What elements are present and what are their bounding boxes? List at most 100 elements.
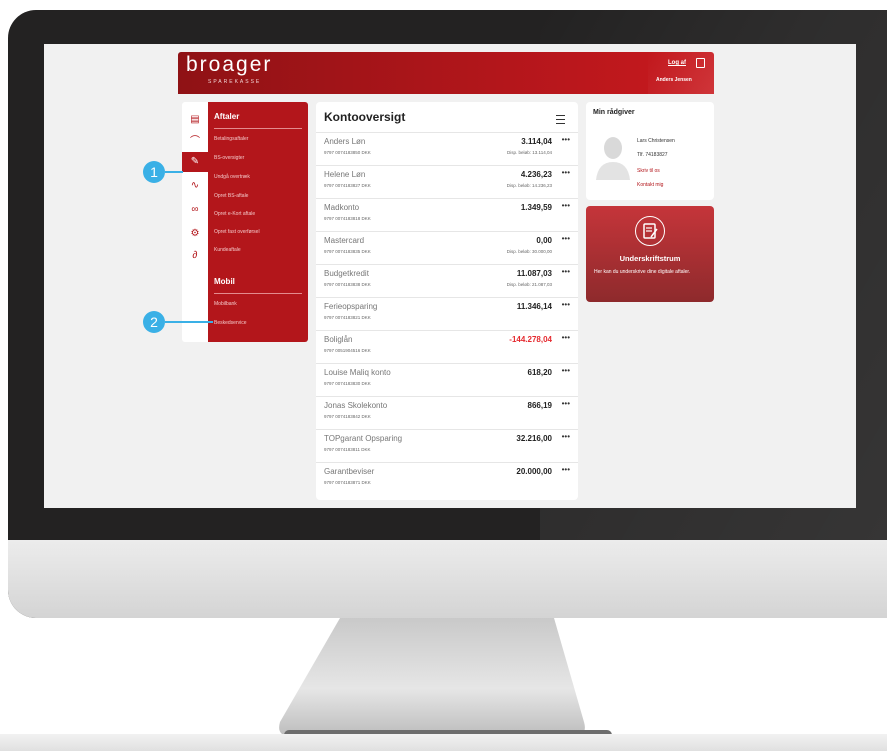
menu-item[interactable]: BS-oversigter [214,155,244,161]
menu-title-mobil: Mobil [214,277,235,286]
more-icon[interactable]: ••• [562,300,570,309]
account-amount: 618,20 [527,368,552,377]
accounts-panel: Kontooversigt Anders Løn 9797 0074183850 … [316,102,578,500]
curve-icon[interactable]: ⌒ [182,132,208,152]
account-available: Disp. beløb: 21.087,03 [506,282,552,287]
signing-title: Underskriftstrum [619,254,681,263]
account-amount: 20.000,00 [516,467,552,476]
account-number: 9797 0051904516 DKK [324,348,371,353]
menu-item[interactable]: Undgå overtræk [214,174,250,180]
menu-title-aftaler: Aftaler [214,112,240,121]
hamburger-icon[interactable] [556,115,565,124]
link-icon[interactable]: ∞ [182,200,208,220]
account-amount: 1.349,59 [520,203,552,212]
advisor-card: Min rådgiver Lars Christensen Tlf. 74183… [586,102,714,200]
signing-description: Her kan du underskrive dine digitale aft… [594,269,691,275]
gear-icon[interactable]: ⚙ [182,224,208,244]
more-icon[interactable]: ••• [562,333,570,342]
account-name: Boliglån [324,335,353,344]
accounts-title: Kontooversigt [324,110,406,124]
attachment-icon[interactable]: ∂ [182,246,208,266]
account-name: Louise Maliq konto [324,368,391,377]
account-amount: 4.236,23 [520,170,552,179]
account-name: Budgetkredit [324,269,369,278]
menu-item[interactable]: Mobilbank [214,301,237,307]
account-row[interactable]: Madkonto 9797 0074183818 DKK 1.349,59 ••• [316,198,578,232]
callout-line-1 [165,171,183,173]
account-row[interactable]: Boliglån 9797 0051904516 DKK -144.278,04 ••… [316,330,578,364]
more-icon[interactable]: ••• [562,168,570,177]
app-header: broager SPAREKASSE Log af Anders Jensen [178,52,714,94]
menu-item[interactable]: Opret fast overførsel [214,229,260,235]
account-row[interactable]: Garantbeviser 9797 0074183871 DKK 20.000,0… [316,462,578,496]
desk-surface [0,734,887,751]
account-amount: 11.087,03 [516,269,552,278]
account-amount: 866,19 [527,401,552,410]
agreements-menu: Aftaler Betalingsaftaler BS-oversigter U… [208,102,308,342]
brand-logo[interactable]: broager [186,53,272,77]
callout-line-2 [165,321,213,323]
brand-subtitle: SPAREKASSE [208,79,262,85]
account-row[interactable]: Budgetkredit 9797 0074183838 DKK 11.087,03… [316,264,578,298]
signing-card[interactable]: Underskriftstrum Her kan du underskrive … [586,206,714,302]
screen: broager SPAREKASSE Log af Anders Jensen … [44,44,856,508]
more-icon[interactable]: ••• [562,135,570,144]
menu-divider [214,128,302,129]
more-icon[interactable]: ••• [562,366,570,375]
account-row[interactable]: Anders Løn 9797 0074183850 DKK 3.114,04 Dis… [316,132,578,166]
account-number: 9797 0074183830 DKK [324,381,371,386]
account-amount: 11.346,14 [516,302,552,311]
logout-link[interactable]: Log af [668,60,686,66]
accounts-icon[interactable]: ▤ [182,110,208,130]
write-to-us-link[interactable]: Skriv til os [637,168,660,174]
account-row[interactable]: Mastercard 9797 0074183835 DKK 0,00 Disp. b… [316,231,578,265]
menu-item[interactable]: Opret e-Kort aftale [214,211,255,217]
account-name: Ferieopsparing [324,302,378,311]
more-icon[interactable]: ••• [562,201,570,210]
menu-item[interactable]: Opret BS-aftale [214,193,248,199]
document-sign-icon [635,216,665,246]
account-number: 9797 0074183827 DKK [324,183,371,188]
account-amount: -144.278,04 [509,335,552,344]
account-name: Helene Løn [324,170,366,179]
account-row[interactable]: Helene Løn 9797 0074183827 DKK 4.236,23 Dis… [316,165,578,199]
account-available: Disp. beløb: 14.236,23 [506,183,552,188]
account-name: Madkonto [324,203,360,212]
account-number: 9797 0074183871 DKK [324,480,371,485]
monitor-chin [8,540,887,618]
monitor-stand [279,618,612,740]
account-name: Jonas Skolekonto [324,401,388,410]
account-number: 9797 0074183811 DKK [324,447,371,452]
account-available: Disp. beløb: 30.000,00 [506,249,552,254]
chart-icon[interactable]: ∿ [182,176,208,196]
more-icon[interactable]: ••• [562,234,570,243]
icon-rail: ▤ ⌒ ✎ ∿ ∞ ⚙ ∂ [182,102,208,342]
account-row[interactable]: TOPgarant Opsparing 9797 0074183811 DKK 32… [316,429,578,463]
account-name: TOPgarant Opsparing [324,434,403,443]
user-name: Anders Jensen [656,77,692,83]
account-row[interactable]: Jonas Skolekonto 9797 0074183842 DKK 866,1… [316,396,578,430]
agreements-icon[interactable]: ✎ [182,152,208,172]
account-row[interactable]: Louise Maliq konto 9797 0074183830 DKK 618… [316,363,578,397]
account-number: 9797 0074183835 DKK [324,249,371,254]
contact-me-link[interactable]: Kontakt mig [637,182,663,188]
more-icon[interactable]: ••• [562,267,570,276]
advisor-name: Lars Christensen [637,138,675,144]
account-amount: 3.114,04 [521,137,552,146]
more-icon[interactable]: ••• [562,465,570,474]
advisor-title: Min rådgiver [593,109,635,116]
account-number: 9797 0074183821 DKK [324,315,371,320]
account-number: 9797 0074183838 DKK [324,282,371,287]
more-icon[interactable]: ••• [562,432,570,441]
account-name: Anders Løn [324,137,366,146]
account-number: 9797 0074183850 DKK [324,150,371,155]
account-name: Mastercard [324,236,365,245]
lock-icon[interactable] [696,58,705,68]
menu-item[interactable]: Beskedservice [214,320,247,326]
account-row[interactable]: Ferieopsparing 9797 0074183821 DKK 11.346,… [316,297,578,331]
account-amount: 32.216,00 [516,434,552,443]
menu-divider [214,293,302,294]
more-icon[interactable]: ••• [562,399,570,408]
menu-item[interactable]: Betalingsaftaler [214,136,248,142]
menu-item[interactable]: Kundeaftale [214,247,241,253]
